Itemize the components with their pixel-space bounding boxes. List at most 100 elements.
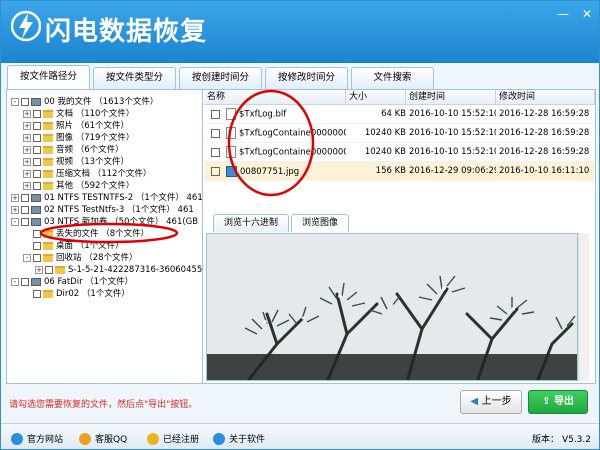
folder-icon [43, 230, 53, 238]
tree-checkbox[interactable] [21, 218, 29, 226]
home-icon [11, 432, 23, 445]
tree-item[interactable]: +01 NTFS TESTNTFS-2 （1个文件） 461 [11, 192, 203, 204]
tree-checkbox[interactable] [33, 182, 41, 190]
preview-scrollbar[interactable] [578, 233, 589, 381]
drive-icon [31, 194, 41, 202]
tree-checkbox[interactable] [33, 110, 41, 118]
info-icon [213, 432, 225, 445]
file-name-cell: $TxfLog.blf [204, 108, 346, 120]
expand-toggle-icon[interactable]: - [11, 278, 19, 286]
tree-item-label: 图像 （719个文件） [56, 133, 135, 143]
key-icon [147, 432, 159, 445]
tree-item[interactable]: + 文档 （110个文件） [23, 108, 134, 120]
file-checkbox[interactable] [211, 128, 220, 138]
tree-item[interactable]: - 03 NTFS 新加卷 （50个文件） 461(GB [11, 216, 198, 228]
tab-by-created[interactable]: 按创建时间分类 [179, 67, 262, 103]
tree-item[interactable]: + 视频 （13个文件） [23, 156, 129, 168]
official-site-link[interactable]: 官方网站 [11, 432, 63, 445]
tree-checkbox[interactable] [21, 206, 29, 214]
tree-checkbox[interactable] [33, 230, 41, 238]
file-name-cell: $TxfLogContaine00000000 [204, 127, 346, 139]
tree-checkbox[interactable] [33, 122, 41, 130]
tab-by-modified[interactable]: 按修改时间分类 [265, 67, 348, 103]
expand-toggle-icon[interactable]: + [23, 134, 31, 142]
header-created[interactable]: 创建时间 [406, 90, 496, 104]
tree-item-label: 01 NTFS TESTNTFS-2 （1个文件） 461 [44, 193, 203, 203]
folder-icon [43, 110, 53, 118]
tree-item[interactable]: + 照片 （61个文件） [23, 120, 129, 132]
drive-icon [31, 278, 41, 286]
file-name-cell: 00807751.jpg [204, 165, 346, 177]
folder-icon [43, 170, 53, 178]
tree-checkbox[interactable] [45, 266, 53, 274]
tab-search[interactable]: 文件搜索 [351, 67, 434, 89]
version-label: 版本： [532, 435, 560, 445]
expand-toggle-icon[interactable]: + [23, 170, 31, 178]
tree-item[interactable]: - 00 我的文件 （1613个文件） [11, 96, 158, 108]
tree-item[interactable]: + S-1-5-21-422287316-360604558 [35, 264, 202, 276]
registered-link[interactable]: 已经注册 [147, 432, 199, 445]
expand-toggle-icon[interactable]: - [11, 218, 19, 226]
tree-item[interactable]: + 图像 （719个文件） [23, 132, 134, 144]
tree-checkbox[interactable] [33, 134, 41, 142]
category-tabs: 按文件路径分类 按文件类型分类 按创建时间分类 按修改时间分类 文件搜索 [7, 65, 434, 104]
tree-item[interactable]: - 06 FatDir （1个文件） [11, 276, 133, 288]
tree-item[interactable]: + 其他 （592个文件） [23, 180, 134, 192]
tree-checkbox[interactable] [33, 146, 41, 154]
snowy-pine-image [207, 234, 577, 380]
qq-icon [79, 432, 91, 445]
tree-item[interactable]: - 回收站 （28个文件） [23, 252, 138, 264]
expand-toggle-icon[interactable]: + [23, 110, 31, 118]
file-icon [226, 127, 236, 139]
tree-checkbox[interactable] [33, 158, 41, 166]
tree-item[interactable]: 丢失的文件 （8个文件） [23, 228, 149, 240]
file-row[interactable]: $TxfLogContaine00000000 10240 KB 2016-10-1… [204, 124, 595, 143]
expand-toggle-icon[interactable]: + [23, 158, 31, 166]
minimize-icon[interactable]: — [555, 7, 571, 21]
version-info: 版本： V5.3.2 [532, 432, 591, 445]
tab-by-type[interactable]: 按文件类型分类 [93, 67, 176, 103]
expand-toggle-icon[interactable]: + [11, 194, 19, 202]
tree-checkbox[interactable] [33, 242, 41, 250]
tree-checkbox[interactable] [21, 98, 29, 106]
modified-time-cell: 2016-12-28 16:59:28 [499, 147, 590, 157]
tab-image-view[interactable]: 浏览图像 [291, 214, 350, 232]
modified-time-cell: 2016-10-10 16:11:10 [499, 166, 590, 176]
expand-toggle-icon[interactable]: + [23, 146, 31, 154]
tree-checkbox[interactable] [21, 194, 29, 202]
tree-item[interactable]: 桌面 （1个文件） [23, 240, 124, 252]
expand-toggle-icon[interactable]: + [23, 122, 31, 130]
header-name[interactable]: 名称 [204, 90, 346, 104]
file-row[interactable]: $TxfLog.blf 64 KB 2016-10-10 15:52:10 2016-… [204, 105, 595, 124]
tree-item[interactable]: + 压缩文档 （112个文件） [23, 168, 151, 180]
file-checkbox[interactable] [211, 147, 220, 157]
registered-label: 已经注册 [163, 435, 200, 445]
tree-item[interactable]: Dir02 （1个文件） [23, 288, 130, 300]
expand-toggle-icon[interactable]: - [23, 254, 31, 262]
tree-item[interactable]: +02 NTFS TestNtfs-3 （1个文件） 461 [11, 204, 194, 216]
expand-toggle-icon[interactable]: + [35, 266, 43, 274]
file-row[interactable]: 00807751.jpg 156 KB 2016-12-29 09:06:29 201… [204, 162, 595, 181]
prev-step-button[interactable]: ◀ 上一步 [460, 390, 522, 414]
tab-hex-view[interactable]: 浏览十六进制 [213, 214, 290, 232]
header-modified[interactable]: 修改时间 [496, 90, 595, 104]
expand-toggle-icon[interactable]: - [11, 98, 19, 106]
tree-checkbox[interactable] [33, 254, 41, 262]
tree-checkbox[interactable] [33, 170, 41, 178]
tree-item[interactable]: + 音频 （6个文件） [23, 144, 124, 156]
support-qq-link[interactable]: 客服QQ [79, 432, 127, 445]
tree-item-label: 02 NTFS TestNtfs-3 （1个文件） 461 [44, 205, 194, 215]
tree-checkbox[interactable] [33, 290, 41, 298]
header-size[interactable]: 大小 [346, 90, 406, 104]
file-grid: 名称 大小 创建时间 修改时间 $TxfLog.blf 64 KB 2016-10-… [204, 90, 595, 192]
tree-checkbox[interactable] [21, 278, 29, 286]
file-checkbox[interactable] [211, 109, 220, 119]
export-button[interactable]: ⇪ 导出 [528, 390, 588, 414]
expand-toggle-icon[interactable]: + [23, 182, 31, 190]
tab-by-path[interactable]: 按文件路径分类 [7, 65, 90, 104]
expand-toggle-icon[interactable]: + [11, 206, 19, 214]
about-link[interactable]: 关于软件 [213, 432, 265, 445]
close-icon[interactable]: ✕ [579, 7, 595, 21]
file-row[interactable]: $TxfLogContaine00000000 10240 KB 2016-10-1… [204, 143, 595, 162]
file-checkbox[interactable] [211, 166, 220, 176]
